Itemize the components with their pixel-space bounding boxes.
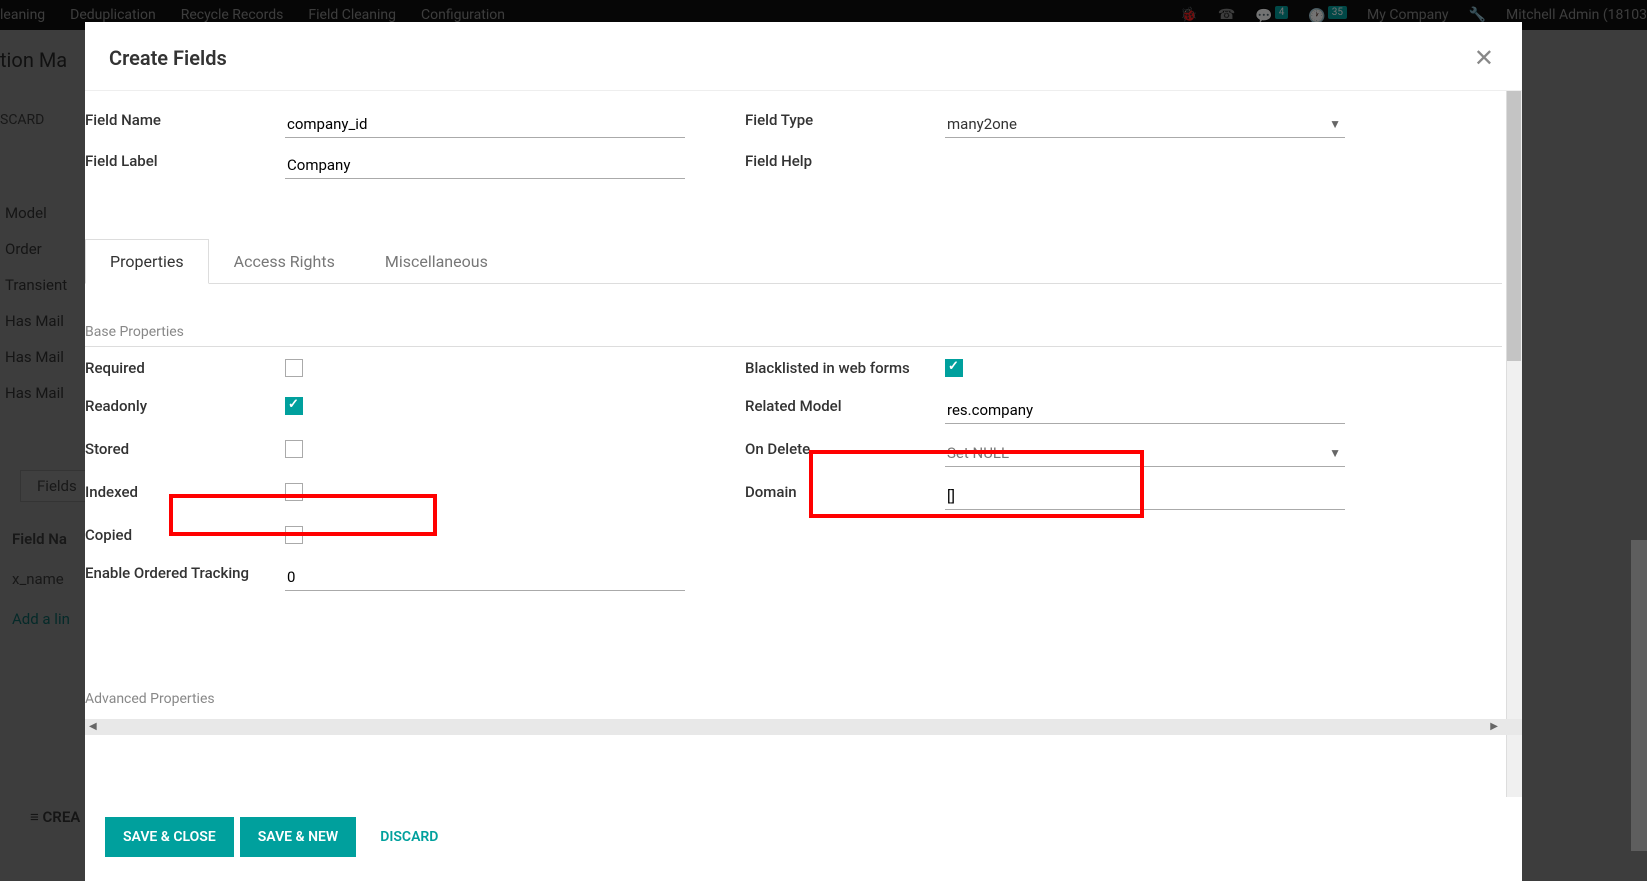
domain-input[interactable] bbox=[945, 483, 1345, 510]
close-icon: ✕ bbox=[1474, 44, 1494, 72]
indexed-label: Indexed bbox=[85, 483, 285, 501]
scroll-left-icon: ◀ bbox=[89, 721, 97, 732]
field-type-select[interactable]: many2one ▼ bbox=[945, 111, 1345, 138]
related-model-input[interactable] bbox=[945, 397, 1345, 424]
dialog-body: Field Name Field Type many2one ▼ Field L… bbox=[85, 91, 1522, 797]
stored-label: Stored bbox=[85, 440, 285, 458]
tracking-input[interactable] bbox=[285, 564, 685, 591]
create-fields-dialog: Create Fields ✕ Field Name Field Type ma… bbox=[85, 22, 1522, 881]
field-type-label: Field Type bbox=[745, 111, 945, 138]
chevron-down-icon: ▼ bbox=[1329, 446, 1341, 460]
copied-checkbox[interactable] bbox=[285, 526, 303, 544]
properties-grid: Required Blacklisted in web forms Readon… bbox=[85, 359, 1502, 591]
tracking-label: Enable Ordered Tracking bbox=[85, 564, 285, 582]
indexed-checkbox[interactable] bbox=[285, 483, 303, 501]
field-name-input[interactable] bbox=[285, 111, 685, 138]
field-help-label: Field Help bbox=[745, 152, 945, 179]
discard-button[interactable]: DISCARD bbox=[362, 817, 456, 857]
save-new-button[interactable]: SAVE & NEW bbox=[240, 817, 356, 857]
dialog-footer: SAVE & CLOSE SAVE & NEW DISCARD bbox=[85, 797, 1522, 881]
required-label: Required bbox=[85, 359, 285, 377]
stored-checkbox[interactable] bbox=[285, 440, 303, 458]
field-label-label: Field Label bbox=[85, 152, 285, 179]
related-model-label: Related Model bbox=[745, 397, 945, 415]
readonly-checkbox[interactable] bbox=[285, 397, 303, 415]
save-close-button[interactable]: SAVE & CLOSE bbox=[105, 817, 234, 857]
required-checkbox[interactable] bbox=[285, 359, 303, 377]
tab-miscellaneous[interactable]: Miscellaneous bbox=[360, 239, 513, 284]
base-properties-heading: Base Properties bbox=[85, 284, 1502, 347]
horizontal-scrollbar[interactable]: ◀ ▶ bbox=[85, 719, 1522, 735]
on-delete-label: On Delete bbox=[745, 440, 945, 458]
readonly-label: Readonly bbox=[85, 397, 285, 415]
tab-access-rights[interactable]: Access Rights bbox=[209, 239, 360, 284]
blacklisted-label: Blacklisted in web forms bbox=[745, 359, 945, 377]
vertical-scrollbar[interactable] bbox=[1506, 91, 1522, 797]
field-label-input[interactable] bbox=[285, 152, 685, 179]
close-button[interactable]: ✕ bbox=[1470, 44, 1498, 72]
advanced-properties-heading: Advanced Properties bbox=[85, 651, 1502, 707]
field-name-label: Field Name bbox=[85, 111, 285, 138]
tab-properties[interactable]: Properties bbox=[85, 239, 209, 284]
on-delete-select[interactable]: Set NULL ▼ bbox=[945, 440, 1345, 467]
field-type-value: many2one bbox=[945, 111, 1345, 137]
on-delete-value: Set NULL bbox=[945, 440, 1345, 466]
dialog-title: Create Fields bbox=[109, 46, 227, 70]
scroll-right-icon: ▶ bbox=[1490, 721, 1498, 732]
copied-label: Copied bbox=[85, 526, 285, 544]
domain-label: Domain bbox=[745, 483, 945, 501]
top-form: Field Name Field Type many2one ▼ Field L… bbox=[85, 111, 1502, 219]
chevron-down-icon: ▼ bbox=[1329, 117, 1341, 131]
tabs: Properties Access Rights Miscellaneous bbox=[85, 239, 1502, 284]
dialog-header: Create Fields ✕ bbox=[85, 22, 1522, 91]
blacklisted-checkbox[interactable] bbox=[945, 359, 963, 377]
